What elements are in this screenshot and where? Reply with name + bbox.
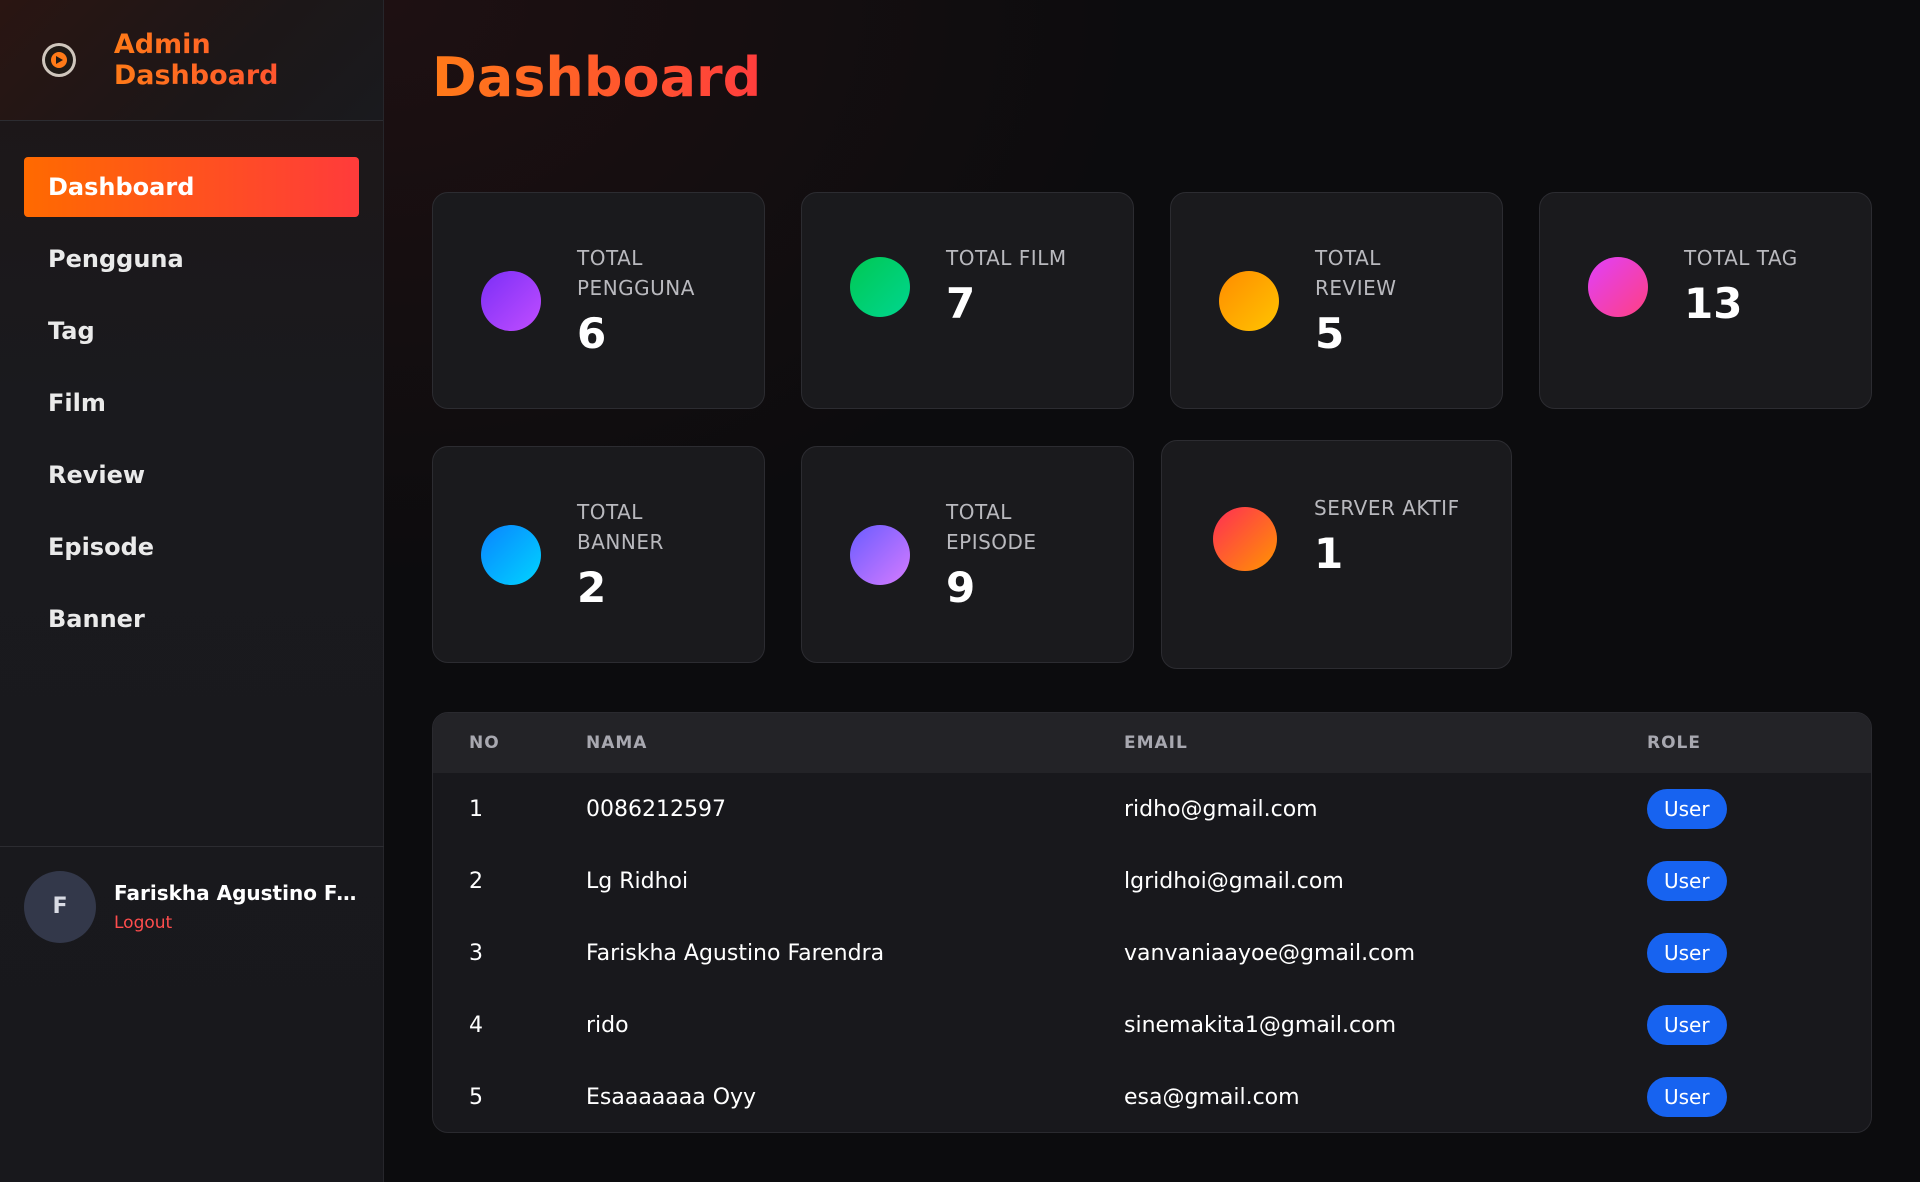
film-reel-icon <box>42 43 76 77</box>
brand[interactable]: Admin Dashboard <box>0 0 383 121</box>
role-badge: User <box>1647 861 1727 901</box>
page-title: Dashboard <box>432 46 762 109</box>
cell-no: 3 <box>469 940 483 966</box>
cell-email: sinemakita1@gmail.com <box>1124 1012 1397 1038</box>
stat-label: TOTAL PENGGUNA <box>577 246 695 300</box>
stat-card-total-film: TOTAL FILM 7 <box>801 192 1134 409</box>
cell-email: lgridhoi@gmail.com <box>1124 868 1344 894</box>
cell-no: 5 <box>469 1084 483 1110</box>
sidebar: Admin Dashboard Dashboard Pengguna Tag F… <box>0 0 384 1182</box>
main-content: Dashboard TOTAL PENGGUNA 6 TOTAL FILM 7 … <box>384 0 1920 1182</box>
user-name: Fariskha Agustino Farendra <box>114 880 364 905</box>
tag-icon <box>1588 257 1648 317</box>
cell-nama: Esaaaaaaa Oyy <box>586 1084 757 1110</box>
user-panel: F Fariskha Agustino Farendra Logout <box>0 846 384 966</box>
stat-value: 13 <box>1684 279 1743 328</box>
server-icon <box>1213 507 1277 571</box>
sidebar-item-film[interactable]: Film <box>24 373 359 433</box>
banner-icon <box>481 525 541 585</box>
sidebar-item-dashboard[interactable]: Dashboard <box>24 157 359 217</box>
episode-icon <box>850 525 910 585</box>
avatar[interactable]: F <box>24 870 96 943</box>
stat-value: 9 <box>946 563 976 612</box>
stat-label: TOTAL REVIEW <box>1315 246 1397 300</box>
table-row: 1 0086212597 ridho@gmail.com User <box>433 773 1871 845</box>
stat-label: TOTAL BANNER <box>577 500 664 554</box>
stat-card-total-tag: TOTAL TAG 13 <box>1539 192 1872 409</box>
cell-nama: 0086212597 <box>586 796 726 822</box>
col-header-email: EMAIL <box>1124 733 1188 753</box>
cell-nama: Fariskha Agustino Farendra <box>586 940 885 966</box>
table-row: 5 Esaaaaaaa Oyy esa@gmail.com User <box>433 1061 1871 1132</box>
user-info: Fariskha Agustino Farendra Logout <box>114 881 364 933</box>
cell-no: 2 <box>469 868 483 894</box>
stat-label: TOTAL FILM <box>946 246 1067 270</box>
stat-value: 1 <box>1314 529 1344 578</box>
users-table: NO NAMA EMAIL ROLE 1 0086212597 ridho@gm… <box>432 712 1872 1133</box>
stat-value: 7 <box>946 279 976 328</box>
stat-value: 2 <box>577 563 607 612</box>
review-icon <box>1219 271 1279 331</box>
sidebar-item-episode[interactable]: Episode <box>24 517 359 577</box>
logout-link[interactable]: Logout <box>114 913 172 933</box>
cell-nama: Lg Ridhoi <box>586 868 689 894</box>
users-icon <box>481 271 541 331</box>
role-badge: User <box>1647 1005 1727 1045</box>
stat-label: TOTAL EPISODE <box>946 500 1037 554</box>
cell-email: ridho@gmail.com <box>1124 796 1318 822</box>
sidebar-item-review[interactable]: Review <box>24 445 359 505</box>
stat-label: TOTAL TAG <box>1684 246 1798 270</box>
col-header-nama: NAMA <box>586 733 648 753</box>
role-badge: User <box>1647 1077 1727 1117</box>
app-root: Admin Dashboard Dashboard Pengguna Tag F… <box>0 0 1920 1182</box>
stat-card-total-pengguna: TOTAL PENGGUNA 6 <box>432 192 765 409</box>
sidebar-item-pengguna[interactable]: Pengguna <box>24 229 359 289</box>
stat-label: SERVER AKTIF <box>1314 496 1460 520</box>
role-badge: User <box>1647 789 1727 829</box>
cell-nama: rido <box>586 1012 629 1038</box>
stat-value: 5 <box>1315 309 1345 358</box>
cell-email: vanvaniaayoe@gmail.com <box>1124 940 1416 966</box>
table-row: 4 rido sinemakita1@gmail.com User <box>433 989 1871 1061</box>
table-header: NO NAMA EMAIL ROLE <box>433 713 1871 773</box>
stat-card-total-episode: TOTAL EPISODE 9 <box>801 446 1134 663</box>
stat-card-total-review: TOTAL REVIEW 5 <box>1170 192 1503 409</box>
sidebar-item-banner[interactable]: Banner <box>24 589 359 649</box>
role-badge: User <box>1647 933 1727 973</box>
brand-title: Admin Dashboard <box>114 29 383 91</box>
cell-no: 4 <box>469 1012 483 1038</box>
sidebar-item-tag[interactable]: Tag <box>24 301 359 361</box>
cell-email: esa@gmail.com <box>1124 1084 1300 1110</box>
col-header-no: NO <box>469 733 500 753</box>
stat-card-total-banner: TOTAL BANNER 2 <box>432 446 765 663</box>
cell-no: 1 <box>469 796 483 822</box>
col-header-role: ROLE <box>1647 733 1701 753</box>
stat-value: 6 <box>577 309 607 358</box>
sidebar-nav: Dashboard Pengguna Tag Film Review Episo… <box>0 121 383 649</box>
table-row: 2 Lg Ridhoi lgridhoi@gmail.com User <box>433 845 1871 917</box>
film-icon <box>850 257 910 317</box>
table-row: 3 Fariskha Agustino Farendra vanvaniaayo… <box>433 917 1871 989</box>
stat-card-server-aktif: SERVER AKTIF 1 <box>1161 440 1512 669</box>
